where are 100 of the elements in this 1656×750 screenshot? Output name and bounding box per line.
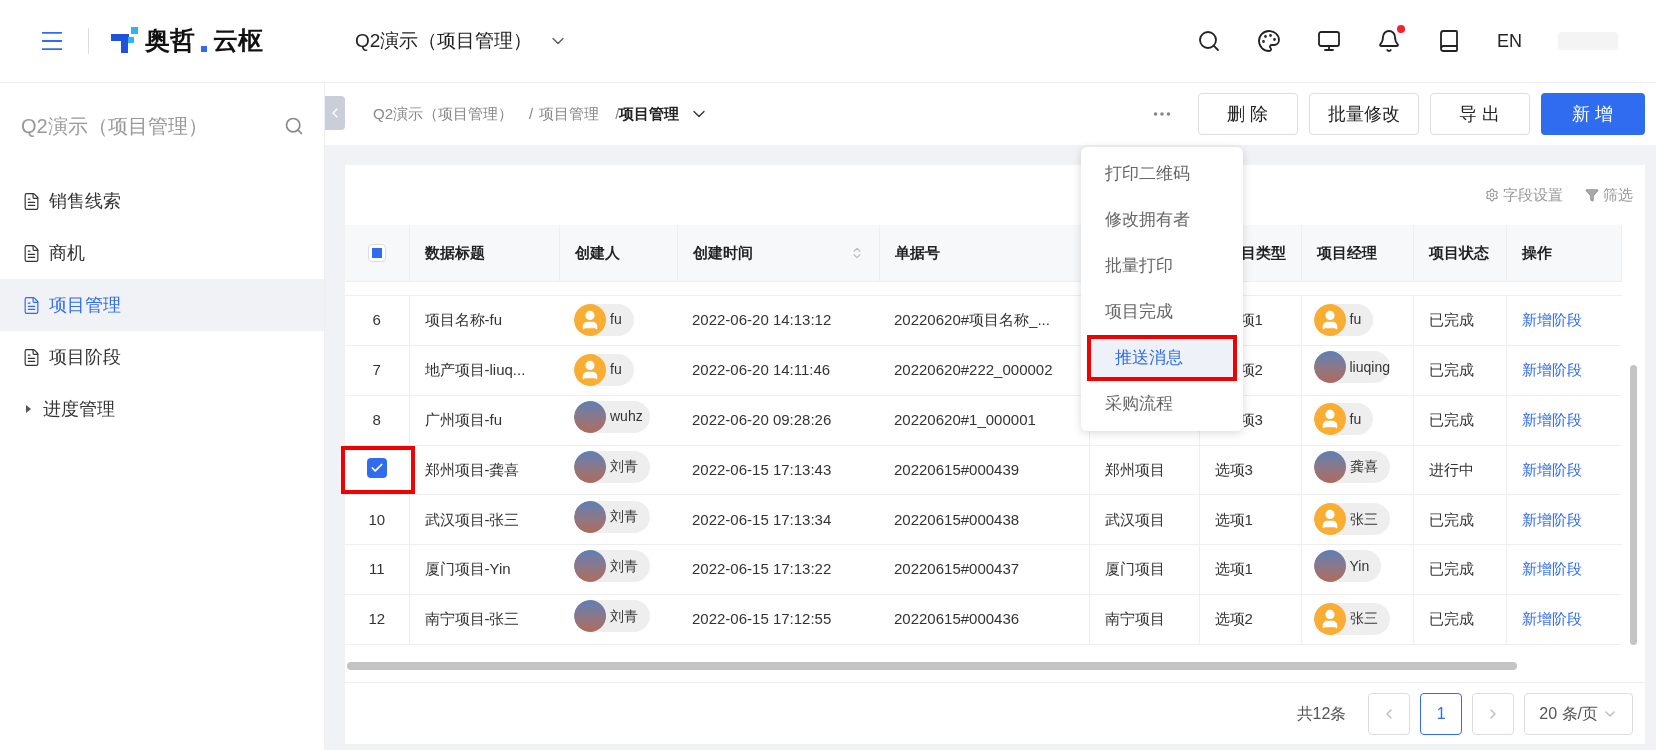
logo-text: 云枢 <box>213 25 263 57</box>
table-cell: 武汉项目-张三 <box>424 510 520 528</box>
table-cell: 2022-06-20 14:11:46 <box>692 361 831 379</box>
add-stage-link[interactable]: 新增阶段 <box>1521 460 1582 478</box>
row-number: 10 <box>368 510 386 528</box>
filter-icon <box>1585 188 1599 202</box>
default-avatar-icon <box>1313 303 1346 336</box>
avatar-photo-placeholder <box>1313 450 1346 483</box>
page-button[interactable]: 1 <box>1420 692 1463 735</box>
search-icon[interactable] <box>1197 29 1221 53</box>
menu-item[interactable]: 批量打印 <box>1081 243 1243 289</box>
language-button[interactable]: EN <box>1497 27 1522 55</box>
user-chip: 刘青 <box>574 450 650 483</box>
breadcrumb-item[interactable]: Q2演示（项目管理） <box>373 102 513 126</box>
avatar-photo-placeholder <box>1313 351 1346 384</box>
sidebar-item[interactable]: 进度管理 <box>0 383 324 435</box>
table-cell: 已完成 <box>1428 410 1474 428</box>
document-icon <box>22 191 41 211</box>
select-all-checkbox[interactable] <box>367 243 386 262</box>
document-icon <box>22 243 41 263</box>
table-cell: 20220620#项目名称_... <box>894 311 1050 329</box>
table-cell: 武汉项目 <box>1104 510 1165 528</box>
gear-icon <box>1485 188 1499 202</box>
table-cell: 进行中 <box>1428 460 1474 478</box>
action-button[interactable]: 批量修改 <box>1309 93 1419 135</box>
table-cell: 选项1 <box>1214 560 1253 578</box>
table-tool-button[interactable]: 字段设置 <box>1485 183 1563 207</box>
sidebar-item[interactable]: 项目管理 <box>0 279 324 331</box>
horizontal-scrollbar[interactable] <box>347 662 1517 670</box>
user-chip: fu <box>1313 303 1374 336</box>
add-stage-link[interactable]: 新增阶段 <box>1521 560 1582 578</box>
add-stage-link[interactable]: 新增阶段 <box>1521 311 1582 329</box>
logo-icon <box>111 27 141 55</box>
table-cell: 2022-06-15 17:13:34 <box>692 510 832 528</box>
breadcrumb-separator: / <box>529 103 534 124</box>
table-cell: 选项3 <box>1214 460 1253 478</box>
table-cell: 广州项目-fu <box>424 410 502 428</box>
table-cell: 2022-06-20 14:13:12 <box>692 311 832 329</box>
menu-item[interactable]: 采购流程 <box>1081 381 1243 427</box>
table-cell: 郑州项目 <box>1104 460 1165 478</box>
row-number: 11 <box>368 560 385 578</box>
action-button[interactable]: 导 出 <box>1430 93 1530 135</box>
table-cell: 20220615#000438 <box>894 510 1020 528</box>
user-chip: fu <box>574 353 634 386</box>
table-cell: 2022-06-15 17:13:22 <box>692 560 832 578</box>
default-avatar-icon <box>574 303 606 336</box>
page-size-select[interactable]: 20 条/页 <box>1524 692 1633 735</box>
row-number: 6 <box>372 311 381 329</box>
default-avatar-icon <box>574 353 606 386</box>
table-cell: 20220615#000436 <box>894 610 1020 628</box>
monitor-icon[interactable] <box>1317 29 1341 53</box>
table-cell: 已完成 <box>1428 510 1474 528</box>
action-button[interactable]: 新 增 <box>1541 93 1645 135</box>
table-cell: 已完成 <box>1428 311 1474 329</box>
table-cell: 20220620#222_000002 <box>894 361 1053 379</box>
breadcrumb-separator: / <box>615 103 620 124</box>
user-chip: Yin <box>1313 550 1382 583</box>
table-tool-button[interactable]: 筛选 <box>1585 183 1633 207</box>
user-chip: 张三 <box>1313 503 1390 536</box>
book-icon[interactable] <box>1437 29 1461 53</box>
menu-item[interactable]: 推送消息 <box>1087 335 1237 381</box>
menu-item[interactable]: 项目完成 <box>1081 289 1243 335</box>
table-cell: 南宁项目-张三 <box>424 610 520 628</box>
avatar-photo-placeholder <box>574 500 606 533</box>
breadcrumb-item[interactable]: 项目管理 <box>539 102 600 126</box>
table-cell: 选项2 <box>1214 610 1253 628</box>
sidebar-item[interactable]: 项目阶段 <box>0 331 324 383</box>
default-avatar-icon <box>1313 503 1346 536</box>
palette-icon[interactable] <box>1257 29 1281 53</box>
row-checkbox[interactable] <box>366 458 387 479</box>
table-cell: 2022-06-15 17:13:43 <box>692 460 832 478</box>
menu-item[interactable]: 修改拥有者 <box>1081 197 1243 243</box>
avatar-photo-placeholder <box>574 600 606 633</box>
column-header: 数据标题 <box>424 242 485 263</box>
action-button[interactable]: 删 除 <box>1198 93 1298 135</box>
sidebar-item[interactable]: 商机 <box>0 227 324 279</box>
user-chip: 刘青 <box>574 550 650 583</box>
default-avatar-icon <box>1313 403 1346 436</box>
menu-item[interactable]: 打印二维码 <box>1081 151 1243 197</box>
add-stage-link[interactable]: 新增阶段 <box>1521 610 1582 628</box>
table-cell: 郑州项目-龚喜 <box>424 460 520 478</box>
sidebar-item[interactable]: 销售线索 <box>0 175 324 227</box>
table-cell: 地产项目-liuq... <box>424 361 526 379</box>
user-chip: 刘青 <box>574 500 650 533</box>
table-cell: 2022-06-15 17:12:55 <box>692 610 832 628</box>
table-cell: 20220615#000437 <box>894 560 1020 578</box>
column-header: 创建人 <box>574 242 620 263</box>
table-cell: 20220620#1_000001 <box>894 410 1036 428</box>
column-header: 项目状态 <box>1428 242 1489 263</box>
add-stage-link[interactable]: 新增阶段 <box>1521 361 1582 379</box>
avatar-photo-placeholder <box>574 450 606 483</box>
add-stage-link[interactable]: 新增阶段 <box>1521 410 1582 428</box>
table-cell: 厦门项目-Yin <box>424 560 511 578</box>
default-avatar-icon <box>1313 602 1346 635</box>
row-number: 12 <box>368 610 386 628</box>
user-chip: 张三 <box>1313 602 1390 635</box>
add-stage-link[interactable]: 新增阶段 <box>1521 510 1582 528</box>
user-chip: 刘青 <box>574 600 650 633</box>
app-selector[interactable]: Q2演示（项目管理） <box>355 26 569 56</box>
vertical-scrollbar[interactable] <box>1629 365 1637 645</box>
